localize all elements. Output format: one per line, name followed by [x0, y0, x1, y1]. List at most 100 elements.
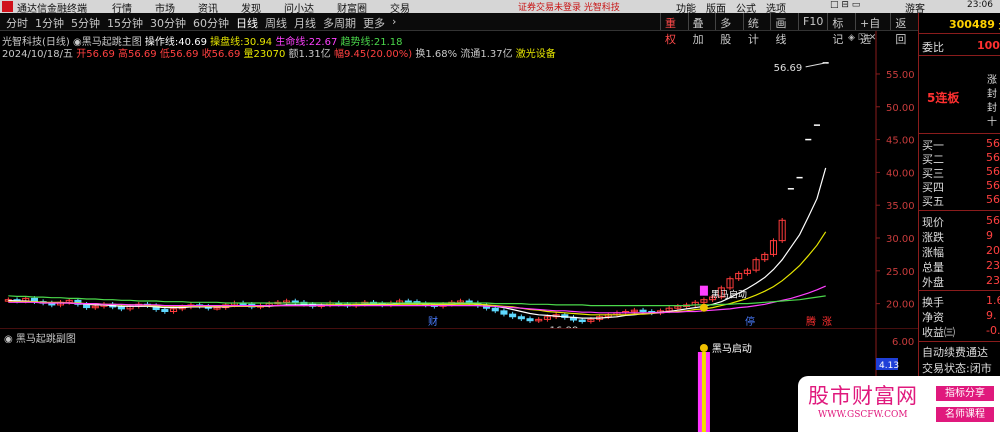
- quote-row[interactable]: 净资 9.: [922, 309, 997, 325]
- quote-row-label: 外盘: [922, 276, 944, 289]
- divider: [919, 341, 1000, 342]
- candle: [526, 318, 534, 322]
- menu-bar: 通达信金融终端 行情 市场 资讯 发现 问小达 财富圈 交易 证券交易未登录 光…: [0, 0, 1000, 15]
- sub-indicator-title[interactable]: ◉ 黑马起跳副图: [4, 330, 76, 345]
- signal-coin-icon: [699, 303, 708, 312]
- quote-row-value: 23: [986, 259, 1000, 272]
- signal-coin-icon: [699, 344, 708, 352]
- signal-bar-core: [701, 352, 706, 432]
- period-tab-6[interactable]: 日线: [236, 15, 258, 31]
- quote-row-value: 9: [986, 229, 993, 242]
- period-tab-4[interactable]: 30分钟: [150, 15, 186, 31]
- price-axis-label: 25.00: [886, 267, 915, 278]
- candle: [639, 309, 647, 313]
- main-kline-chart[interactable]: 55.00 50.00 45.00 40.00 35.00 30.00 25.00 20.00…: [0, 31, 918, 328]
- quote-row[interactable]: 买五 56: [922, 193, 1000, 209]
- window-controls-icon[interactable]: □ ⊟ ▭: [830, 0, 860, 10]
- sub-indicator-gear-icon[interactable]: ◉: [4, 334, 16, 345]
- quote-row[interactable]: 总量 23: [922, 259, 1000, 275]
- signal-label: 黑马启动: [711, 289, 747, 301]
- tool-button-3[interactable]: 统计: [742, 13, 771, 46]
- quote-row[interactable]: 换手 1.6: [922, 294, 1000, 310]
- period-tab-1[interactable]: 1分钟: [35, 15, 64, 31]
- price-axis-label: 30.00: [886, 234, 915, 245]
- candle: [404, 300, 412, 304]
- quote-row-value: 23: [986, 274, 1000, 287]
- candle: [491, 307, 499, 312]
- tool-button-0[interactable]: 重权: [660, 13, 688, 46]
- quote-row[interactable]: 收益㈢ -0.: [922, 324, 1000, 340]
- quote-row-label: 涨跌: [922, 231, 944, 244]
- limit-char: 封: [987, 89, 997, 100]
- chart-tools: 重权 叠加 多股 统计 画线 F10 标记 +自选 返回: [660, 13, 918, 46]
- watermark-badge-share: 指标分享: [936, 386, 994, 401]
- login-notice[interactable]: 证券交易未登录 光智科技: [518, 0, 620, 13]
- signal-marker: [699, 285, 708, 296]
- period-tab-5[interactable]: 60分钟: [193, 15, 229, 31]
- divider: [919, 210, 1000, 211]
- quote-row-label: 涨幅: [922, 246, 944, 259]
- limit-char: 十: [987, 117, 997, 128]
- quote-row-label: 买五: [922, 195, 944, 208]
- price-axis-label: 55.00: [886, 70, 915, 81]
- event-marker: 财: [428, 315, 438, 328]
- sub-signal-label: 黑马启动: [712, 342, 752, 355]
- period-tab-2[interactable]: 5分钟: [71, 15, 100, 31]
- tool-button-4[interactable]: 画线: [770, 13, 798, 46]
- quote-row[interactable]: 涨幅 20.0: [922, 244, 1000, 260]
- period-tab-8[interactable]: 月线: [294, 15, 316, 31]
- tool-button-2[interactable]: 多股: [715, 13, 743, 46]
- period-tab-7[interactable]: 周线: [265, 15, 287, 31]
- tool-button-8[interactable]: 返回: [890, 13, 918, 46]
- tool-button-7[interactable]: +自选: [854, 13, 890, 46]
- quote-row[interactable]: 现价 56: [922, 214, 1000, 230]
- watermark-badge-course: 名师课程: [936, 407, 994, 422]
- price-axis-label: 35.00: [886, 201, 915, 212]
- period-tab-0[interactable]: 分时: [6, 15, 28, 31]
- candle: [578, 319, 586, 323]
- order-ratio-value: 100.0: [977, 39, 1000, 52]
- price-axis-label: 20.00: [886, 300, 915, 311]
- tool-button-5[interactable]: F10: [798, 13, 827, 30]
- candle: [500, 310, 508, 315]
- limit-up-streak: 5连板: [927, 91, 960, 105]
- sub-axis-label: 6.00: [892, 337, 914, 348]
- quote-row[interactable]: 外盘 23: [922, 274, 1000, 290]
- tool-button-1[interactable]: 叠加: [687, 13, 716, 46]
- candle: [517, 316, 525, 320]
- sub-axis-value: 4.13: [879, 361, 899, 371]
- period-tab-11[interactable]: ›: [392, 15, 396, 31]
- quote-row-label: 总量: [922, 261, 944, 274]
- period-tab-10[interactable]: 更多: [363, 15, 385, 31]
- candle: [291, 300, 299, 304]
- limit-char: 封: [987, 103, 997, 114]
- quote-row[interactable]: 涨跌 9: [922, 229, 993, 245]
- watermark-logo: 股市财富网 WWW.GSCFW.COM 指标分享 名师课程: [798, 376, 1000, 432]
- candle: [117, 306, 125, 310]
- sub-indicator-chart[interactable]: 6.00 4.13 黑马启动: [0, 328, 918, 432]
- candle: [161, 309, 169, 313]
- quote-row-value: 56: [986, 137, 1000, 150]
- quote-row-value: 20.0: [986, 244, 1000, 257]
- quote-panel: 300489 光 委比 100.0 5连板 涨 封 封 十 买一56买二56买三…: [918, 13, 1000, 432]
- sub-indicator-name: 黑马起跳副图: [15, 334, 76, 345]
- quote-row-label: 净资: [922, 311, 944, 324]
- quote-row-value: 56: [986, 151, 1000, 164]
- period-tab-9[interactable]: 多周期: [323, 15, 356, 31]
- max-price-pointer: [805, 62, 826, 68]
- max-price-label: 56.69: [774, 63, 803, 74]
- period-tab-3[interactable]: 15分钟: [107, 15, 143, 31]
- clock: 23:06: [967, 0, 993, 10]
- quote-row-value: -0.: [986, 324, 1000, 337]
- quote-row-label: 收益㈢: [922, 326, 955, 339]
- quote-row-value: 56: [986, 193, 1000, 206]
- renew-notice[interactable]: 自动续费通达: [922, 344, 988, 360]
- trade-status: 交易状态:闭市: [922, 362, 992, 375]
- quote-row-value: 56: [986, 214, 1000, 227]
- event-marker: 停: [745, 315, 755, 328]
- quote-row-value: 1.6: [986, 294, 1000, 307]
- price-axis-label: 50.00: [886, 103, 915, 114]
- tool-button-6[interactable]: 标记: [827, 13, 855, 46]
- period-toolbar: 分时 1分钟 5分钟 15分钟 30分钟 60分钟 日线 周线 月线 多周期 更多 › 重权 叠加 多股统…: [0, 13, 918, 46]
- price-axis-label: 40.00: [886, 168, 915, 179]
